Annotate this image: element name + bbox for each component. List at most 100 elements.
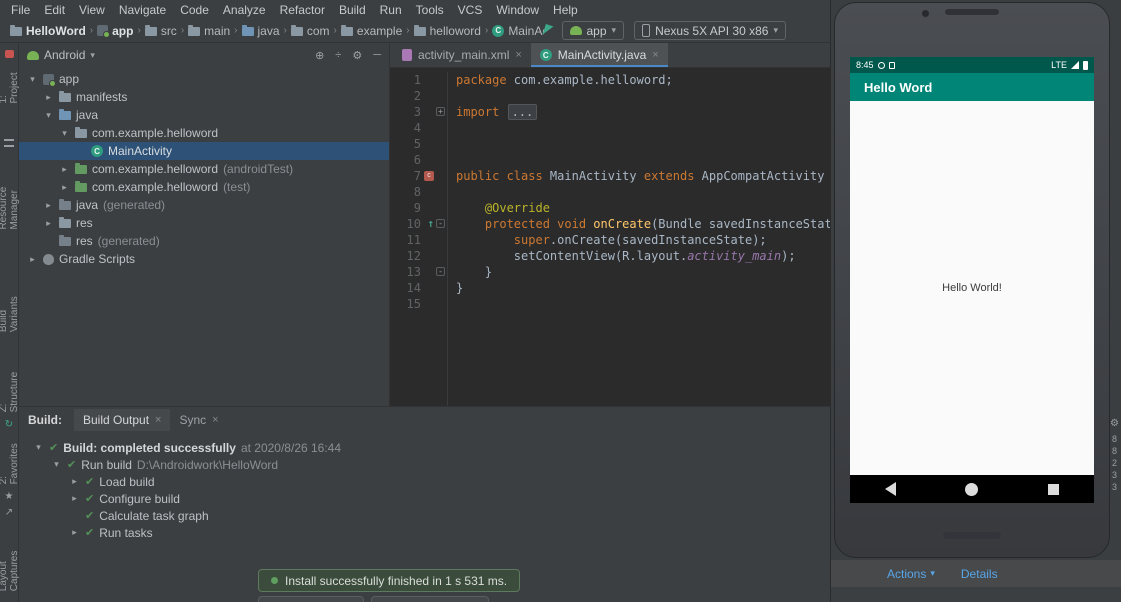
menu-item-run[interactable]: Run — [373, 3, 409, 17]
menu-item-view[interactable]: View — [72, 3, 112, 17]
tree-expand-icon[interactable]: ▸ — [43, 92, 54, 103]
nav-back-button[interactable] — [884, 482, 896, 496]
tree-item-java[interactable]: ▾ java — [19, 106, 389, 124]
breadcrumb-java[interactable]: java — [240, 24, 282, 38]
locate-file-icon[interactable]: ⊕ — [315, 49, 324, 62]
tree-expand-icon[interactable]: ▸ — [69, 527, 80, 538]
menu-item-refactor[interactable]: Refactor — [273, 3, 332, 17]
nav-recents-button[interactable] — [1048, 483, 1060, 495]
tree-expand-icon[interactable]: ▾ — [59, 128, 70, 139]
tree-expand-icon[interactable]: ▸ — [27, 254, 38, 265]
tool-button-favorites[interactable]: 2: Favorites — [0, 438, 20, 484]
nav-home-button[interactable] — [965, 482, 979, 496]
menu-item-help[interactable]: Help — [546, 3, 585, 17]
tree-expand-icon[interactable]: ▾ — [43, 110, 54, 121]
build-tree-row[interactable]: ▾ ✔ Build: completed successfully at 2020/… — [29, 439, 830, 456]
menu-item-vcs[interactable]: VCS — [451, 3, 490, 17]
close-tab-icon[interactable]: × — [652, 49, 658, 61]
breadcrumb-separator: › — [137, 25, 141, 36]
settings-gear-icon[interactable]: ⚙ — [1110, 418, 1119, 429]
tree-expand-icon[interactable]: ▾ — [51, 459, 62, 470]
menu-item-window[interactable]: Window — [489, 3, 546, 17]
tool-button-build-variants[interactable]: Build Variants — [0, 278, 20, 333]
sync-icon[interactable]: ↻ — [5, 420, 13, 430]
tree-item-res[interactable]: ▸ res — [19, 214, 389, 232]
breadcrumb-helloword[interactable]: HelloWord — [8, 24, 88, 38]
build-tree-row[interactable]: ▸ ✔ Load build — [29, 473, 830, 490]
fold-marker-icon[interactable]: - — [436, 219, 445, 228]
breadcrumb-separator: › — [180, 25, 185, 36]
breadcrumb-com[interactable]: com — [289, 24, 332, 38]
build-tree-row[interactable]: ✔ Calculate task graph — [29, 507, 830, 524]
emulator-screen[interactable]: 8:45 LTE Hello Word Hello World! — [850, 57, 1094, 503]
build-tab-sync[interactable]: Sync × — [170, 409, 227, 431]
details-button[interactable]: Details — [961, 567, 998, 581]
project-view-selector[interactable]: Android — [44, 48, 85, 62]
pin-icon[interactable]: ↗ — [5, 508, 13, 518]
fold-marker-icon[interactable]: - — [436, 267, 445, 276]
menu-item-build[interactable]: Build — [332, 3, 373, 17]
build-tree-row[interactable]: ▸ ✔ Run tasks — [29, 524, 830, 541]
code-area[interactable]: package com.example.helloword; import ...… — [448, 72, 861, 406]
tree-expand-icon[interactable]: ▸ — [59, 182, 70, 193]
editor-gutter[interactable]: 1 2 3 +4 5 6 7 c 8 9 10 ↑ -11 12 13-14 15 — [390, 72, 448, 406]
toast-text: Install successfully finished in 1 s 531… — [285, 573, 508, 588]
fold-marker-icon[interactable]: + — [436, 107, 445, 116]
tree-expand-icon[interactable]: ▸ — [59, 164, 70, 175]
settings-gear-icon[interactable]: ⚙ — [352, 49, 362, 62]
tree-item-res-generated[interactable]: res (generated) — [19, 232, 389, 250]
tree-item-java-generated[interactable]: ▸ java (generated) — [19, 196, 389, 214]
tool-button-project[interactable]: 1: Project — [0, 66, 20, 103]
bookmark-icon[interactable] — [4, 50, 14, 58]
tree-expand-icon[interactable]: ▾ — [33, 442, 44, 453]
device-selector-dropdown[interactable]: Nexus 5X API 30 x86 ▾ — [634, 21, 786, 40]
close-tab-icon[interactable]: × — [155, 414, 161, 426]
tree-expand-icon[interactable]: ▸ — [69, 493, 80, 504]
layers-icon[interactable] — [4, 139, 14, 147]
tool-button-layout-captures[interactable]: Layout Captures — [0, 526, 20, 592]
build-tree-row[interactable]: ▾ ✔ Run build D:\Androidwork\HelloWord — [29, 456, 830, 473]
menu-item-analyze[interactable]: Analyze — [216, 3, 273, 17]
build-tab-build-output[interactable]: Build Output × — [74, 409, 171, 431]
tool-button-structure[interactable]: Z: Structure — [0, 366, 20, 412]
breadcrumb-src[interactable]: src — [143, 24, 179, 38]
editor-tab-activity-main-xml[interactable]: activity_main.xml × — [393, 43, 531, 67]
menu-item-edit[interactable]: Edit — [37, 3, 72, 17]
build-tree-row[interactable]: ▸ ✔ Configure build — [29, 490, 830, 507]
tree-expand-icon[interactable]: ▸ — [43, 218, 54, 229]
tree-item-label: java — [76, 198, 99, 212]
tree-item-com-example-helloword-androidtest[interactable]: ▸ com.example.helloword (androidTest) — [19, 160, 389, 178]
tree-item-mainactivity[interactable]: C MainActivity — [19, 142, 389, 160]
tree-item-gradle-scripts[interactable]: ▸ Gradle Scripts — [19, 250, 389, 268]
actions-menu-button[interactable]: Actions ▾ — [887, 567, 935, 581]
folder-icon — [59, 91, 71, 102]
tree-item-manifests[interactable]: ▸ manifests — [19, 88, 389, 106]
breadcrumb-mainactivity[interactable]: CMainActivity — [490, 24, 544, 38]
close-tab-icon[interactable]: × — [212, 414, 218, 426]
close-tab-icon[interactable]: × — [515, 49, 521, 61]
tree-expand-icon[interactable]: ▸ — [69, 476, 80, 487]
tree-expand-icon[interactable]: ▸ — [43, 200, 54, 211]
menu-item-navigate[interactable]: Navigate — [112, 3, 173, 17]
folder-icon — [75, 127, 87, 138]
tree-expand-icon[interactable]: ▾ — [27, 74, 38, 85]
editor-tab-mainactivity-java[interactable]: C MainActivity.java × — [530, 43, 668, 67]
star-icon[interactable]: ★ — [5, 492, 14, 502]
breadcrumb-helloword[interactable]: helloword — [412, 24, 483, 38]
breadcrumb-example[interactable]: example — [339, 24, 404, 38]
breadcrumb-app[interactable]: app — [95, 24, 135, 38]
menu-item-code[interactable]: Code — [173, 3, 216, 17]
breadcrumb-main[interactable]: main — [186, 24, 232, 38]
override-gutter-icon[interactable]: ↑ — [427, 216, 434, 232]
tree-item-app[interactable]: ▾ app — [19, 70, 389, 88]
tool-button-resource-manager[interactable]: Resource Manager — [0, 154, 20, 229]
tree-item-com-example-helloword-test[interactable]: ▸ com.example.helloword (test) — [19, 178, 389, 196]
install-toast[interactable]: Install successfully finished in 1 s 531… — [258, 569, 521, 592]
collapse-all-icon[interactable]: ÷ — [335, 49, 341, 62]
hide-panel-icon[interactable]: ─ — [373, 49, 381, 62]
menu-item-tools[interactable]: Tools — [409, 3, 451, 17]
tree-item-com-example-helloword[interactable]: ▾ com.example.helloword — [19, 124, 389, 142]
menu-item-file[interactable]: File — [4, 3, 37, 17]
module-selector-dropdown[interactable]: app ▾ — [561, 21, 625, 40]
